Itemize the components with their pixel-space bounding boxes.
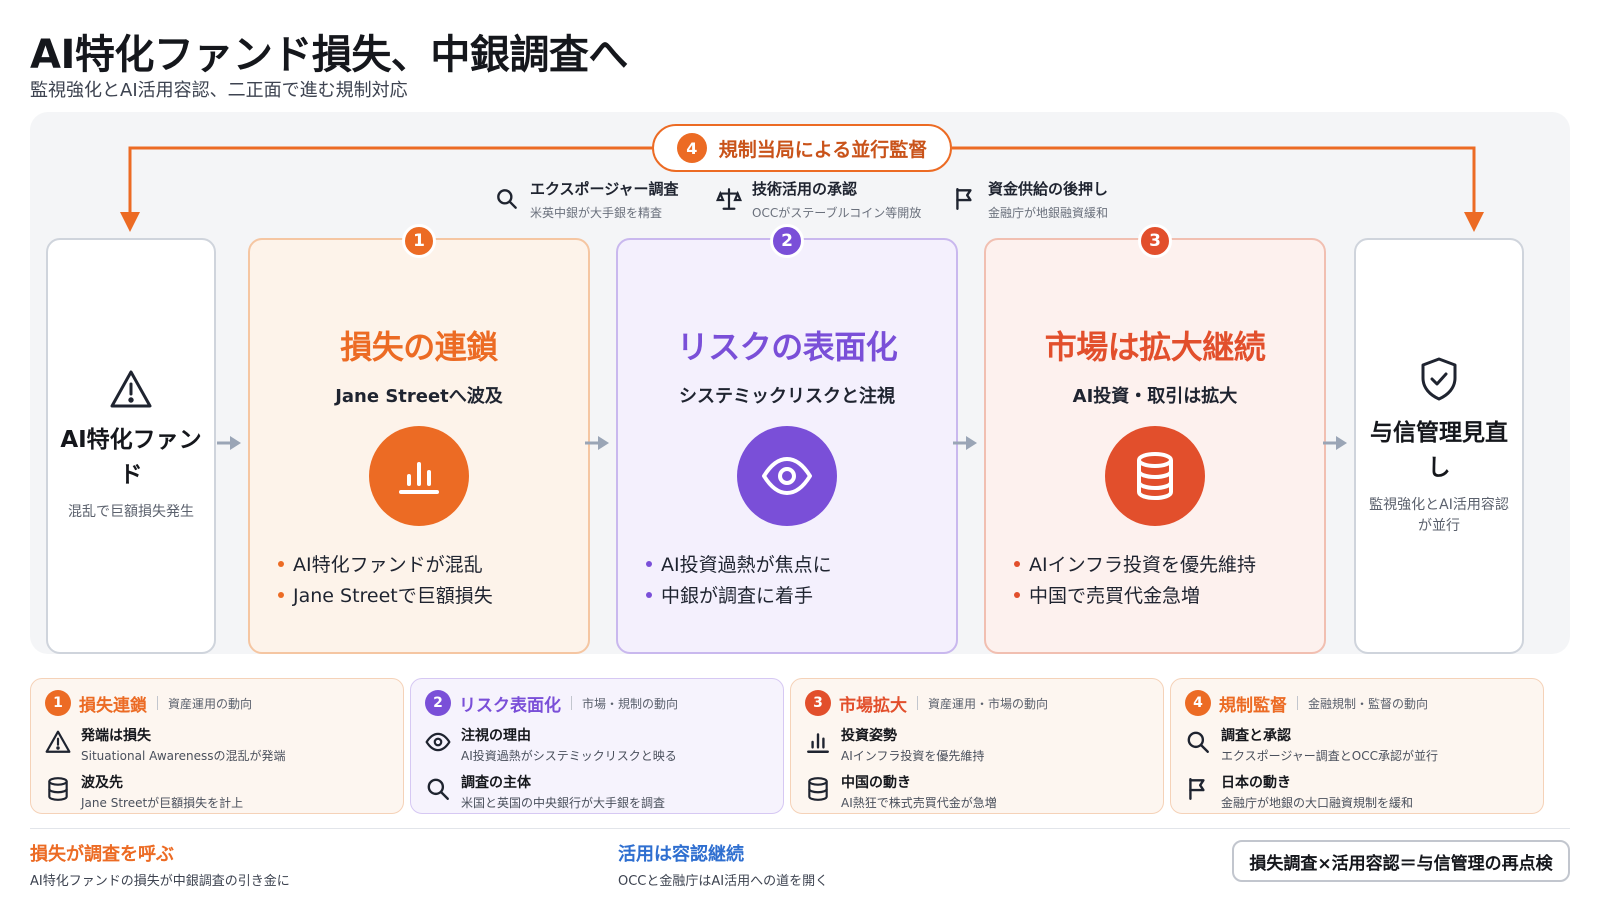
- action-sub: 金融庁が地銀融資緩和: [988, 206, 1109, 220]
- scale-icon: [716, 188, 742, 210]
- start-title: AI特化ファンド: [60, 427, 202, 488]
- end-card-credit-review: 与信管理見直し 監視強化とAI活用容認が並行: [1354, 238, 1524, 654]
- summary-card-market-expansion: 3 市場拡大 資産運用・市場の動向 投資姿勢 AIインフラ投資を優先維持 中国の動…: [790, 678, 1164, 814]
- summary-item: 中国の動き AI熱狂で株式売買代金が急増: [805, 772, 1149, 811]
- action-sub: OCCがステーブルコイン等開放: [752, 206, 922, 220]
- stage-card-risk-surface: 2 リスクの表面化 システミックリスクと注視 AI投資過熱が焦点に 中銀が調査に…: [616, 224, 958, 654]
- regulator-action-funding: 資金供給の後押し 金融庁が地銀融資緩和: [952, 178, 1108, 221]
- regulator-label: 規制当局による並行監督: [718, 138, 928, 161]
- footer-center-sub: OCCと金融庁はAI活用への道を開く: [618, 874, 829, 889]
- stage-number-badge: 2: [770, 224, 804, 258]
- summary-card-regulatory-oversight: 4 規制監督 金融規制・監督の動向 調査と承認 エクスポージャー調査とOCC承認が…: [1170, 678, 1544, 814]
- start-sub: 混乱で巨額損失発生: [68, 504, 194, 521]
- bar-chart-icon: [399, 462, 439, 494]
- regulator-action-approval: 技術活用の承認 OCCがステーブルコイン等開放: [716, 178, 921, 221]
- stage-icon-circle: [369, 426, 469, 526]
- summary-number-badge: 2: [425, 690, 451, 716]
- page-title: AI特化ファンド損失、中銀調査へ: [30, 32, 628, 78]
- stage-bullet: Jane Streetで巨額損失: [278, 581, 588, 612]
- formula-box: 損失調査×活用容認＝与信管理の再点検: [1232, 840, 1570, 882]
- summary-item: 日本の動き 金融庁が地銀の大口融資規制を緩和: [1185, 772, 1529, 811]
- summary-item: 調査の主体 米国と英国の中央銀行が大手銀を調査: [425, 772, 769, 811]
- regulator-action-exposure: エクスポージャー調査 米英中銀が大手銀を精査: [494, 178, 679, 221]
- summary-name: 規制監督: [1219, 695, 1287, 716]
- flag-icon: [1189, 778, 1205, 800]
- footer-center: 活用は容認継続 OCCと金融庁はAI活用への道を開く: [618, 840, 828, 889]
- summary-name: 市場拡大: [839, 695, 907, 716]
- start-card-ai-fund: AI特化ファンド 混乱で巨額損失発生: [46, 238, 216, 654]
- regulator-number-badge: 4: [676, 133, 707, 163]
- warning-icon: [110, 370, 152, 408]
- footer-left: 損失が調査を呼ぶ AI特化ファンドの損失が中銀調査の引き金に: [30, 840, 290, 889]
- footer-left-sub: AI特化ファンドの損失が中銀調査の引き金に: [30, 874, 290, 889]
- footer-left-title: 損失が調査を呼ぶ: [30, 844, 174, 865]
- stage-subtitle: Jane Streetへ波及: [335, 386, 503, 407]
- stage-bullet: AIインフラ投資を優先維持: [1014, 550, 1324, 581]
- eye-icon: [762, 457, 812, 495]
- summary-item: 波及先 Jane Streetが巨額損失を計上: [45, 772, 389, 811]
- footer-divider: [30, 828, 1570, 829]
- summary-category: 資産運用・市場の動向: [928, 696, 1049, 711]
- stage-title: 損失の連鎖: [340, 328, 498, 366]
- bar-chart-icon: [807, 733, 829, 753]
- stage-bullet: AI特化ファンドが混乱: [278, 550, 588, 581]
- stage-subtitle: システミックリスクと注視: [679, 386, 895, 407]
- summary-number-badge: 4: [1185, 690, 1211, 716]
- regulator-pill: 4 規制当局による並行監督: [652, 124, 952, 172]
- summary-number-badge: 1: [45, 690, 71, 716]
- summary-name: リスク表面化: [459, 695, 561, 716]
- stage-bullet: 中銀が調査に着手: [646, 581, 956, 612]
- summary-item: 注視の理由 AI投資過熱がシステミックリスクと映る: [425, 725, 769, 764]
- summary-card-risk-surface: 2 リスク表面化 市場・規制の動向 注視の理由 AI投資過熱がシステミックリスクと…: [410, 678, 784, 814]
- action-sub: 米英中銀が大手銀を精査: [530, 206, 663, 220]
- stage-card-loss-chain: 1 損失の連鎖 Jane Streetへ波及 AI特化ファンドが混乱 Jane …: [248, 224, 590, 654]
- stage-card-market-expansion: 3 市場は拡大継続 AI投資・取引は拡大 AIインフラ投資を優先維持 中国で売買…: [984, 224, 1326, 654]
- summary-category: 市場・規制の動向: [582, 696, 679, 711]
- flow-arrow-icon: [1323, 436, 1347, 450]
- stage-bullets: AI特化ファンドが混乱 Jane Streetで巨額損失: [250, 550, 588, 612]
- end-sub: 監視強化とAI活用容認が並行: [1369, 497, 1509, 534]
- page-subtitle: 監視強化とAI活用容認、二正面で進む規制対応: [30, 80, 408, 101]
- stage-number-badge: 3: [1138, 224, 1172, 258]
- database-icon: [1137, 452, 1173, 501]
- action-title: 技術活用の承認: [752, 180, 858, 198]
- flow-arrow-icon: [217, 436, 241, 450]
- database-icon: [808, 777, 828, 801]
- action-title: エクスポージャー調査: [530, 180, 679, 198]
- end-title: 与信管理見直し: [1370, 420, 1508, 481]
- stage-title: 市場は拡大継続: [1044, 328, 1266, 366]
- search-icon: [1187, 731, 1209, 753]
- search-icon: [427, 778, 449, 800]
- summary-number-badge: 3: [805, 690, 831, 716]
- summary-category: 資産運用の動向: [168, 696, 253, 711]
- stage-number-badge: 1: [402, 224, 436, 258]
- summary-item: 投資姿勢 AIインフラ投資を優先維持: [805, 725, 1149, 764]
- eye-icon: [425, 732, 451, 752]
- search-icon: [497, 189, 517, 209]
- footer-center-title: 活用は容認継続: [618, 844, 744, 865]
- action-title: 資金供給の後押し: [988, 180, 1109, 198]
- summary-item: 調査と承認 エクスポージャー調査とOCC承認が並行: [1185, 725, 1529, 764]
- stage-bullets: AI投資過熱が焦点に 中銀が調査に着手: [618, 550, 956, 612]
- database-icon: [48, 777, 68, 801]
- stage-bullet: 中国で売買代金急増: [1014, 581, 1324, 612]
- flow-arrow-icon: [953, 436, 977, 450]
- summary-category: 金融規制・監督の動向: [1308, 696, 1429, 711]
- stage-title: リスクの表面化: [676, 328, 898, 366]
- shield-check-icon: [1421, 357, 1457, 401]
- flow-arrow-icon: [585, 436, 609, 450]
- summary-name: 損失連鎖: [79, 695, 147, 716]
- stage-bullets: AIインフラ投資を優先維持 中国で売買代金急増: [986, 550, 1324, 612]
- stage-bullet: AI投資過熱が焦点に: [646, 550, 956, 581]
- stage-icon-circle: [737, 426, 837, 526]
- summary-card-loss-chain: 1 損失連鎖 資産運用の動向 発端は損失 Situational Awarenes…: [30, 678, 404, 814]
- stage-icon-circle: [1105, 426, 1205, 526]
- flag-icon: [956, 188, 972, 210]
- summary-item: 発端は損失 Situational Awarenessの混乱が発端: [45, 725, 389, 764]
- stage-subtitle: AI投資・取引は拡大: [1072, 386, 1238, 407]
- warning-icon: [45, 730, 71, 753]
